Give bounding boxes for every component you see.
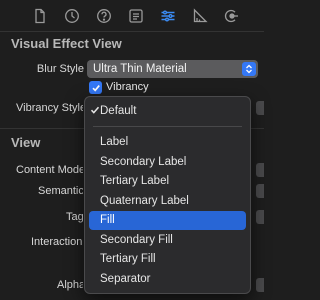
menu-item-label: Default xyxy=(100,104,137,117)
menu-item-separator[interactable]: Separator xyxy=(89,269,246,289)
connections-inspector-tab[interactable] xyxy=(222,6,242,26)
menu-item-label: Label xyxy=(100,136,129,149)
menu-item-label: Quaternary Label xyxy=(100,194,189,207)
content-mode-popup-edge[interactable] xyxy=(256,163,264,177)
menu-separator xyxy=(93,125,242,127)
attributes-inspector-tab[interactable] xyxy=(158,6,178,26)
interaction-label: Interaction xyxy=(31,236,83,248)
blur-style-value: Ultra Thin Material xyxy=(93,63,187,75)
quick-help-tab[interactable] xyxy=(94,6,114,26)
tag-label: Tag xyxy=(66,211,83,223)
menu-item-label: Tertiary Fill xyxy=(100,253,156,266)
ruler-icon xyxy=(193,8,208,23)
alpha-label: Alpha xyxy=(57,279,83,291)
alpha-field-edge[interactable] xyxy=(256,278,264,292)
semantic-label: Semantic xyxy=(38,185,83,197)
menu-item-secondary-fill[interactable]: Secondary Fill xyxy=(89,230,246,250)
identity-icon xyxy=(129,9,143,23)
section-title-view: View xyxy=(11,135,41,150)
menu-item-label: Secondary Label xyxy=(100,155,187,168)
menu-item-label: Fill xyxy=(100,214,115,227)
attributes-icon xyxy=(161,10,175,22)
toolbar-divider xyxy=(0,31,264,32)
size-inspector-tab[interactable] xyxy=(190,6,210,26)
content-mode-label: Content Mode xyxy=(16,164,83,176)
document-icon xyxy=(35,8,45,24)
menu-item-label: Secondary Fill xyxy=(100,233,173,246)
section-title-visual-effect-view: Visual Effect View xyxy=(11,36,122,51)
menu-item-tertiary-fill[interactable]: Tertiary Fill xyxy=(89,250,246,270)
vibrancy-label: Vibrancy xyxy=(106,81,149,93)
history-inspector-tab[interactable] xyxy=(62,6,82,26)
popup-arrows-icon xyxy=(242,62,256,76)
vibrancy-style-popup-edge[interactable] xyxy=(256,101,264,115)
menu-item-fill[interactable]: Fill xyxy=(89,210,246,230)
menu-item-label-style[interactable]: Label xyxy=(89,133,246,153)
blur-style-label: Blur Style xyxy=(36,63,84,75)
clock-icon xyxy=(65,9,79,23)
checkmark-icon xyxy=(90,106,100,114)
vibrancy-checkbox[interactable] xyxy=(89,81,102,94)
checkmark-icon xyxy=(91,84,100,92)
identity-inspector-tab[interactable] xyxy=(126,6,146,26)
vibrancy-style-label: Vibrancy Style xyxy=(16,102,83,114)
menu-item-tertiary-label[interactable]: Tertiary Label xyxy=(89,172,246,192)
menu-item-label: Separator xyxy=(100,272,151,285)
menu-item-quaternary-label[interactable]: Quaternary Label xyxy=(89,191,246,211)
vibrancy-style-menu: Default Label Secondary Label Tertiary L… xyxy=(84,96,251,294)
tag-field-edge[interactable] xyxy=(256,210,264,224)
blur-style-popup[interactable]: Ultra Thin Material xyxy=(87,60,258,78)
connections-icon xyxy=(224,9,238,23)
semantic-popup-edge[interactable] xyxy=(256,184,264,198)
help-icon xyxy=(97,9,111,23)
file-inspector-tab[interactable] xyxy=(30,6,50,26)
inspector-toolbar xyxy=(0,0,264,32)
menu-item-default[interactable]: Default xyxy=(89,101,246,121)
menu-item-secondary-label[interactable]: Secondary Label xyxy=(89,152,246,172)
menu-item-label: Tertiary Label xyxy=(100,175,170,188)
